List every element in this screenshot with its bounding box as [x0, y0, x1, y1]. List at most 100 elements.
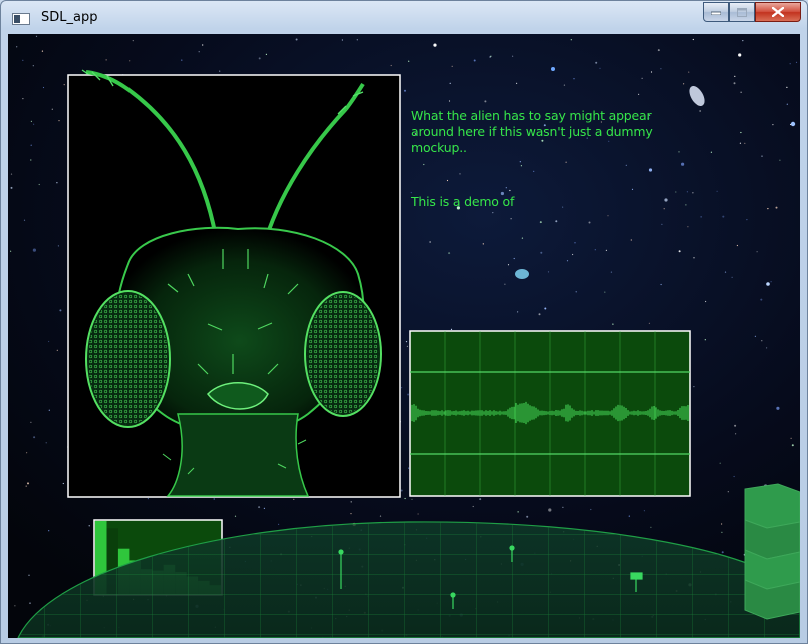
star: [181, 59, 183, 61]
star: [479, 498, 482, 501]
star: [293, 498, 295, 500]
star: [692, 38, 694, 41]
star: [628, 515, 630, 517]
star: [789, 63, 791, 65]
star: [263, 507, 265, 509]
star: [638, 93, 640, 95]
star: [650, 526, 652, 528]
star: [450, 328, 453, 330]
star: [62, 482, 64, 485]
star: [219, 70, 221, 72]
star: [448, 100, 451, 102]
star: [791, 444, 794, 447]
star: [38, 183, 40, 186]
star: [202, 44, 204, 46]
star: [710, 151, 713, 153]
star: [683, 83, 685, 85]
star: [551, 67, 555, 71]
star: [350, 513, 352, 515]
star: [650, 71, 653, 73]
star: [63, 84, 65, 86]
star: [754, 335, 757, 337]
star: [766, 347, 768, 349]
star: [513, 257, 515, 260]
close-button[interactable]: [755, 2, 801, 22]
star: [544, 307, 547, 310]
star: [278, 523, 280, 525]
star: [32, 248, 36, 252]
star: [716, 190, 718, 192]
star: [610, 271, 613, 273]
star: [258, 57, 261, 60]
star: [88, 525, 90, 527]
star: [795, 61, 798, 63]
star: [736, 244, 739, 247]
star: [504, 283, 506, 285]
star: [56, 182, 58, 184]
star: [132, 40, 134, 42]
star: [733, 82, 736, 85]
star: [688, 71, 690, 73]
star: [575, 291, 577, 293]
sdl-app-window: SDL_app What the alien has to say might …: [0, 0, 808, 644]
star: [572, 253, 574, 256]
star: [661, 223, 663, 225]
star: [566, 260, 569, 262]
star: [30, 144, 32, 146]
star: [687, 226, 689, 228]
star: [56, 349, 58, 351]
star: [555, 220, 558, 223]
star: [482, 243, 484, 245]
star: [10, 250, 12, 252]
star: [27, 482, 29, 485]
star: [685, 204, 687, 206]
star: [607, 215, 609, 217]
star: [756, 251, 758, 253]
star: [30, 159, 32, 161]
star: [699, 110, 701, 112]
star: [379, 515, 382, 517]
star: [390, 64, 392, 67]
minimize-button[interactable]: [703, 2, 729, 22]
title-bar[interactable]: SDL_app: [1, 1, 807, 35]
star: [692, 192, 694, 194]
star: [407, 393, 410, 396]
star: [595, 61, 598, 64]
maximize-button[interactable]: [729, 2, 755, 22]
star: [766, 282, 770, 286]
star: [740, 131, 742, 134]
star: [30, 120, 32, 122]
star: [405, 341, 408, 343]
star: [492, 212, 494, 214]
star: [32, 65, 34, 67]
star: [767, 208, 769, 210]
star: [484, 100, 487, 103]
waveform-panel: [409, 330, 691, 497]
star: [10, 173, 13, 175]
star: [678, 250, 681, 253]
star: [721, 523, 723, 525]
star: [517, 511, 519, 513]
star: [147, 498, 149, 500]
star: [198, 51, 200, 53]
star: [704, 339, 706, 341]
sdl-canvas[interactable]: What the alien has to say might appear a…: [8, 34, 800, 638]
star: [612, 323, 614, 325]
star: [57, 245, 60, 247]
star: [433, 43, 437, 47]
star: [643, 510, 646, 512]
galaxy: [515, 269, 529, 279]
star: [776, 406, 780, 410]
window-title: SDL_app: [41, 10, 98, 25]
star: [660, 68, 662, 70]
star: [746, 219, 748, 221]
star: [734, 75, 736, 77]
star: [740, 91, 742, 93]
star: [738, 53, 742, 57]
star: [406, 345, 408, 347]
star: [29, 602, 31, 604]
star: [538, 313, 541, 316]
star: [473, 59, 476, 62]
star: [693, 257, 695, 259]
star: [724, 271, 727, 273]
